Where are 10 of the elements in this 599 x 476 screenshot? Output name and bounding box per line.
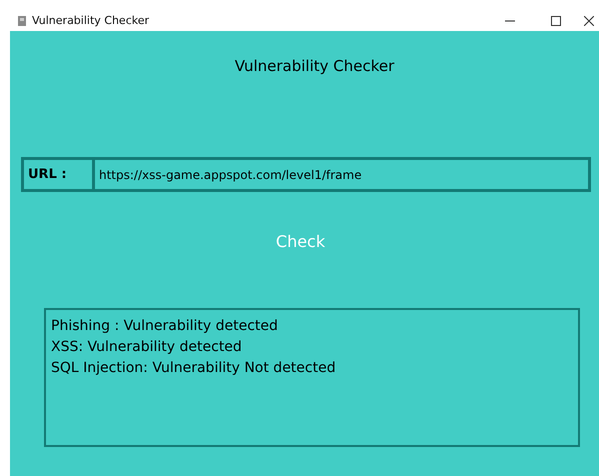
result-line: SQL Injection: Vulnerability Not detected <box>51 359 337 378</box>
url-label: URL : <box>21 157 95 192</box>
result-line: XSS: Vulnerability detected <box>51 338 243 357</box>
result-line: Phishing : Vulnerability detected <box>51 317 279 336</box>
close-icon <box>584 16 594 26</box>
url-field[interactable]: https://xss-game.appspot.com/level1/frame <box>95 157 591 192</box>
maximize-icon <box>551 16 561 26</box>
app-icon <box>16 14 28 26</box>
window-title: Vulnerability Checker <box>32 14 150 27</box>
app-heading: Vulnerability Checker <box>234 57 394 75</box>
